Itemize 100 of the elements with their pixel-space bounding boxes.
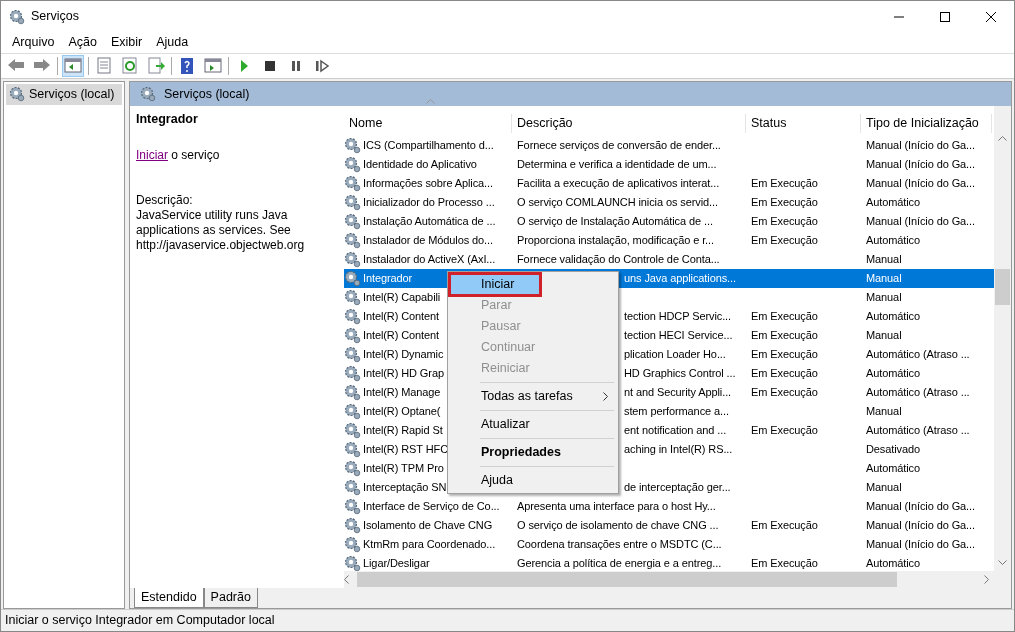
service-name[interactable]: Isolamento de Chave CNG: [363, 517, 493, 534]
service-status: Em Execução: [751, 234, 818, 247]
startup-type: Automático: [866, 234, 921, 247]
gear-icon: [344, 346, 361, 363]
service-description: tection HECI Service...: [624, 329, 733, 342]
status-bar: Iniciar o serviço Integrador em Computador local: [1, 609, 1014, 631]
service-name[interactable]: Intel(R) RST HFC: [363, 441, 448, 458]
service-description: tection HDCP Servic...: [624, 310, 732, 323]
service-name[interactable]: Informações sobre Aplica...: [363, 175, 493, 192]
menu-item[interactable]: Exibir: [103, 33, 150, 52]
gear-icon: [344, 213, 361, 230]
service-status: Em Execução: [751, 329, 818, 342]
service-name[interactable]: Intel(R) Dynamic: [363, 346, 444, 363]
startup-type: Manual: [866, 405, 902, 418]
scroll-thumb[interactable]: [995, 269, 1010, 305]
gear-icon: [344, 441, 361, 458]
startup-type: Manual (Início do Ga...: [866, 538, 975, 551]
service-description: Determina e verifica a identidade de um...: [517, 158, 717, 171]
service-name[interactable]: Intel(R) Content: [363, 327, 440, 344]
description-text: JavaService utility runs Java applications as services. See http://javaservice.objectweb.org: [136, 207, 306, 253]
gear-icon: [344, 517, 361, 534]
description-label: Descrição:: [136, 192, 194, 208]
start-link[interactable]: Iniciar: [136, 147, 168, 162]
service-name[interactable]: Intel(R) TPM Pro: [363, 460, 444, 477]
gear-icon: [9, 86, 25, 103]
gear-icon: [344, 498, 361, 515]
startup-type: Manual: [866, 291, 902, 304]
tree-item[interactable]: Serviços (local): [6, 84, 122, 105]
column-header[interactable]: Status: [746, 114, 861, 133]
service-status: Em Execução: [751, 310, 818, 323]
service-name[interactable]: Interface de Serviço de Co...: [363, 498, 500, 515]
scroll-thumb[interactable]: [357, 572, 897, 587]
startup-type: Manual (Início do Ga...: [866, 519, 975, 532]
service-name[interactable]: Instalador de Módulos do...: [363, 232, 493, 249]
service-status: Em Execução: [751, 557, 818, 570]
menu-item[interactable]: Iniciar: [450, 274, 540, 295]
service-status: Em Execução: [751, 367, 818, 380]
column-header[interactable]: Nome: [344, 114, 512, 133]
menu-item[interactable]: Atualizar: [450, 414, 616, 435]
service-name[interactable]: Interceptação SN: [363, 479, 447, 496]
gear-icon: [344, 555, 361, 572]
action-text: Iniciar o serviço: [136, 147, 221, 163]
view-tab[interactable]: Padrão: [203, 588, 258, 608]
horizontal-scrollbar[interactable]: [344, 571, 1011, 588]
menu-item[interactable]: Ação: [61, 33, 104, 52]
menu-item[interactable]: Ajuda: [149, 33, 196, 52]
scroll-up-icon[interactable]: [998, 136, 1007, 141]
scroll-left-icon[interactable]: [344, 575, 349, 584]
service-name[interactable]: Integrador: [363, 270, 413, 287]
service-name[interactable]: ICS (Compartilhamento d...: [363, 137, 494, 154]
service-name[interactable]: Intel(R) Rapid St: [363, 422, 443, 439]
startup-type: Automático: [866, 310, 921, 323]
gear-icon: [344, 156, 361, 173]
service-name[interactable]: Intel(R) Content: [363, 308, 440, 325]
service-name[interactable]: Ligar/Desligar: [363, 555, 430, 572]
view-tab[interactable]: Estendido: [134, 588, 204, 608]
gear-icon: [344, 232, 361, 249]
gear-icon: [344, 479, 361, 496]
service-status: Em Execução: [751, 348, 818, 361]
service-name[interactable]: KtmRm para Coordenado...: [363, 536, 496, 553]
startup-type: Automático (Atraso ...: [866, 386, 970, 399]
service-name[interactable]: Instalador do ActiveX (AxI...: [363, 251, 496, 268]
close-icon[interactable]: [986, 11, 996, 22]
service-name[interactable]: Identidade do Aplicativo: [363, 156, 477, 173]
window-title: Serviços: [31, 8, 79, 26]
gear-icon: [344, 422, 361, 439]
service-name[interactable]: Inicializador do Processo ...: [363, 194, 495, 211]
service-name[interactable]: Instalação Automática de ...: [363, 213, 496, 230]
startup-type: Manual (Início do Ga...: [866, 500, 975, 513]
vertical-scrollbar[interactable]: [994, 106, 1011, 571]
startup-type: Manual (Início do Ga...: [866, 215, 975, 228]
service-description: Facilita a execução de aplicativos interat...: [517, 177, 720, 190]
gear-icon: [344, 536, 361, 553]
startup-type: Automático: [866, 557, 921, 570]
service-description: Apresenta uma interface para o host Hy...: [517, 500, 716, 513]
gear-icon: [344, 403, 361, 420]
scroll-right-icon[interactable]: [984, 575, 989, 584]
service-name[interactable]: Intel(R) Optane(: [363, 403, 441, 420]
startup-type: Automático: [866, 462, 921, 475]
service-name[interactable]: Intel(R) HD Grap: [363, 365, 444, 382]
service-name[interactable]: Intel(R) Manage: [363, 384, 441, 401]
menu-item[interactable]: Todas as tarefas: [450, 386, 616, 407]
gear-icon: [344, 289, 361, 306]
menu-item[interactable]: Propriedades: [450, 442, 616, 463]
service-description: de interceptação ger...: [624, 481, 731, 494]
scroll-down-icon[interactable]: [998, 560, 1007, 565]
service-status: Em Execução: [751, 519, 818, 532]
startup-type: Automático: [866, 196, 921, 209]
service-description: Gerencia a política de energia e a entreg...: [517, 557, 722, 570]
gear-icon: [344, 460, 361, 477]
maximize-icon[interactable]: [940, 11, 950, 22]
service-description: plication Loader Ho...: [624, 348, 726, 361]
service-name[interactable]: Intel(R) Capabili: [363, 289, 441, 306]
service-status: Em Execução: [751, 424, 818, 437]
startup-type: Desativado: [866, 443, 921, 456]
menu-item[interactable]: Arquivo: [5, 33, 62, 52]
menu-item[interactable]: Ajuda: [450, 470, 616, 491]
gear-icon: [344, 175, 361, 192]
column-header[interactable]: Descrição: [512, 114, 746, 133]
column-header[interactable]: Tipo de Inicialização: [861, 114, 992, 133]
